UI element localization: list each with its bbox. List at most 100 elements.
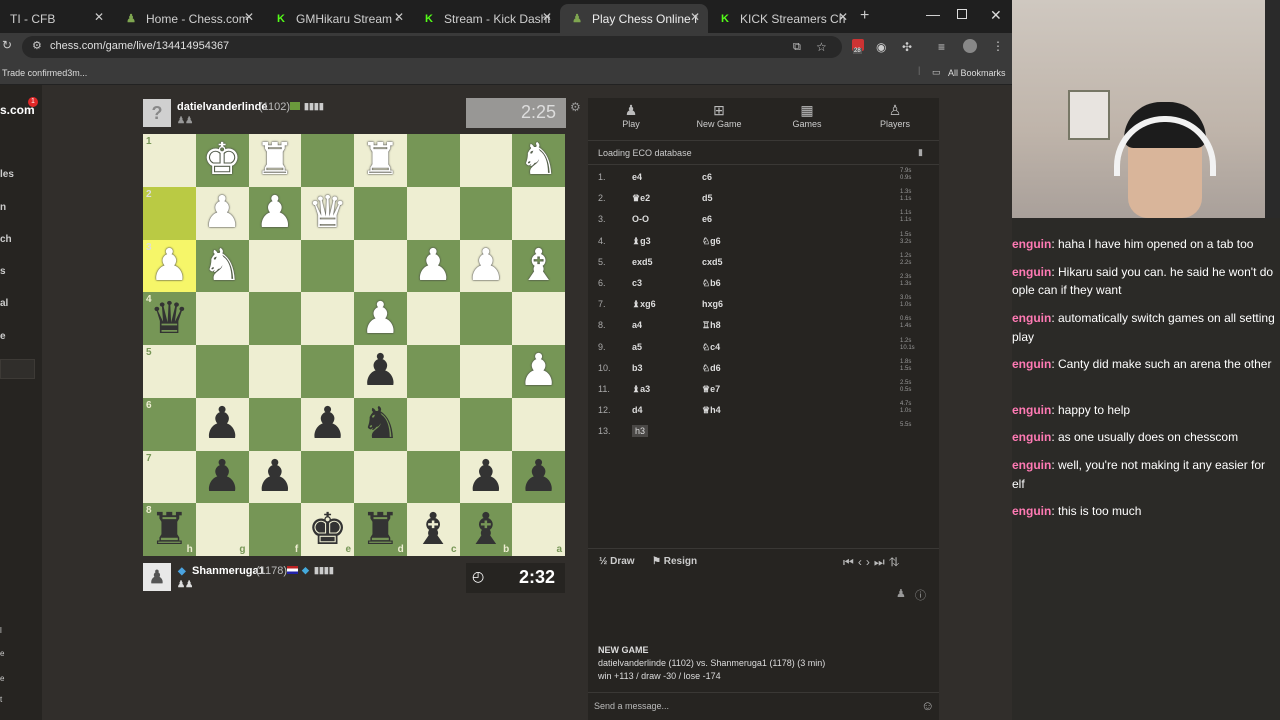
- close-tab-icon[interactable]: ✕: [244, 10, 254, 24]
- board-square[interactable]: [195, 292, 249, 345]
- move-time[interactable]: 3.2s: [900, 239, 911, 245]
- sidebar-item-more[interactable]: e: [0, 331, 6, 342]
- board-square[interactable]: [354, 239, 407, 293]
- reload-icon[interactable]: ↻: [2, 38, 12, 52]
- white-king-piece[interactable]: ♚: [202, 138, 241, 182]
- board-square[interactable]: ♟: [195, 450, 249, 504]
- white-rook-piece[interactable]: ♜: [255, 138, 294, 182]
- close-tab-icon[interactable]: ✕: [838, 10, 848, 24]
- tab-new-game[interactable]: ⊞ New Game: [679, 102, 759, 129]
- white-pawn-piece[interactable]: ♟: [150, 243, 189, 288]
- prev-move-icon[interactable]: ‹: [858, 555, 866, 569]
- white-queen-piece[interactable]: ♛: [308, 191, 347, 235]
- move-white[interactable]: e4: [632, 172, 642, 182]
- board-square[interactable]: b ♝: [459, 503, 513, 556]
- board-square[interactable]: ♟: [195, 397, 249, 451]
- move-time[interactable]: 5.5s: [900, 422, 911, 428]
- chat-username[interactable]: enguin: [1012, 403, 1051, 417]
- move-black[interactable]: hxg6: [702, 299, 723, 309]
- board-square[interactable]: [301, 345, 354, 398]
- black-pawn-piece[interactable]: ♟: [255, 454, 294, 499]
- white-knight-piece[interactable]: ♞: [202, 243, 241, 288]
- board-square[interactable]: [459, 397, 513, 451]
- move-time[interactable]: 7.9s: [900, 168, 911, 174]
- move-white[interactable]: d4: [632, 405, 643, 415]
- move-time[interactable]: 1.8s: [900, 359, 911, 365]
- board-square[interactable]: 8 h ♜: [143, 503, 196, 556]
- board-square[interactable]: ♜: [354, 134, 407, 187]
- board-square[interactable]: ♞: [512, 134, 565, 187]
- move-black[interactable]: d5: [702, 193, 713, 203]
- browser-tab[interactable]: KGMHikaru Stream - W✕: [264, 4, 412, 33]
- move-time[interactable]: 1.2s: [900, 253, 911, 259]
- board-square[interactable]: ♛: [301, 186, 354, 240]
- move-time[interactable]: 1.1s: [900, 196, 911, 202]
- board-square[interactable]: ♚: [195, 134, 249, 187]
- sidebar-bottom-item[interactable]: e: [0, 649, 4, 658]
- move-black[interactable]: ♘b6: [702, 278, 721, 289]
- bottom-player-avatar[interactable]: ♟: [143, 563, 171, 591]
- install-icon[interactable]: ⧉: [793, 41, 801, 54]
- move-white[interactable]: exd5: [632, 257, 653, 267]
- board-square[interactable]: [248, 345, 302, 398]
- board-square[interactable]: [512, 292, 565, 345]
- move-time[interactable]: 2.5s: [900, 380, 911, 386]
- board-square[interactable]: [301, 134, 354, 187]
- move-white[interactable]: ♝a3: [632, 384, 650, 395]
- board-square[interactable]: [406, 134, 460, 187]
- message-input[interactable]: Send a message... ☺: [588, 692, 939, 720]
- flip-board-icon[interactable]: ⇅: [889, 555, 904, 569]
- move-time[interactable]: 10.1s: [900, 345, 915, 351]
- board-square[interactable]: ♟: [406, 239, 460, 293]
- emoji-icon[interactable]: ☺: [921, 698, 934, 713]
- white-pawn-piece[interactable]: ♟: [361, 296, 400, 341]
- chess-board[interactable]: 1 ♚ ♜ ♜ ♞ 2 ♟ ♟ ♛ 3 ♟ ♞ ♟ ♟ ♝ 4 ♛ ♟ 5 ♟ ♟ 6 ♟ ♟ ♞ 7 ♟ ♟ ♟ ♟ 8 h ♜ g f e ♚ d ♜ c…: [143, 134, 565, 556]
- maximize-icon[interactable]: [957, 9, 967, 19]
- board-square[interactable]: [459, 345, 513, 398]
- menu-kebab-icon[interactable]: ⋮: [992, 39, 1004, 53]
- move-time[interactable]: 4.7s: [900, 401, 911, 407]
- browser-tab-active[interactable]: ♟ Play Chess Online for ✕: [560, 4, 708, 33]
- black-rook-piece[interactable]: ♜: [150, 507, 189, 552]
- site-settings-icon[interactable]: ⚙: [32, 39, 42, 52]
- black-bishop-piece[interactable]: ♝: [413, 507, 452, 552]
- board-square[interactable]: [301, 450, 354, 504]
- move-navigation[interactable]: ⏮‹›⏭⇅: [843, 555, 903, 570]
- info-icon[interactable]: ⓘ: [915, 587, 926, 603]
- new-tab-icon[interactable]: +: [860, 7, 869, 25]
- chat-username[interactable]: enguin: [1012, 430, 1051, 444]
- black-pawn-piece[interactable]: ♟: [466, 454, 505, 499]
- next-move-icon[interactable]: ›: [866, 555, 874, 569]
- move-black[interactable]: ♖h8: [702, 320, 721, 331]
- board-square[interactable]: [406, 345, 460, 398]
- move-white[interactable]: c3: [632, 278, 642, 288]
- close-tab-icon[interactable]: ✕: [690, 10, 700, 24]
- board-square[interactable]: [512, 186, 565, 240]
- move-black[interactable]: ♘c4: [702, 342, 720, 353]
- black-pawn-piece[interactable]: ♟: [361, 349, 400, 393]
- board-square[interactable]: [459, 292, 513, 345]
- close-window-icon[interactable]: ✕: [990, 7, 1002, 24]
- sidebar-item-learn[interactable]: ch: [0, 234, 12, 245]
- profile-avatar[interactable]: [963, 39, 977, 53]
- move-time[interactable]: 1.0s: [900, 302, 911, 308]
- board-square[interactable]: 1: [143, 134, 196, 187]
- white-knight-piece[interactable]: ♞: [519, 138, 558, 182]
- board-square[interactable]: d ♜: [354, 503, 407, 556]
- white-rook-piece[interactable]: ♜: [361, 138, 400, 182]
- move-time[interactable]: 3.0s: [900, 295, 911, 301]
- sidebar-bottom-item[interactable]: l: [0, 626, 2, 635]
- chat-username[interactable]: enguin: [1012, 265, 1051, 279]
- move-time[interactable]: 1.3s: [900, 281, 911, 287]
- board-square[interactable]: 4 ♛: [143, 292, 196, 345]
- board-square[interactable]: c ♝: [406, 503, 460, 556]
- tab-play[interactable]: ♟ Play: [591, 102, 671, 129]
- bookmark-star-icon[interactable]: ☆: [816, 40, 827, 54]
- move-black[interactable]: c6: [702, 172, 712, 182]
- black-pawn-piece[interactable]: ♟: [308, 402, 347, 446]
- settings-gear-icon[interactable]: ⚙: [570, 100, 581, 114]
- white-pawn-piece[interactable]: ♟: [202, 191, 241, 235]
- chat-username[interactable]: enguin: [1012, 504, 1051, 518]
- board-square[interactable]: ♜: [248, 134, 302, 187]
- board-square[interactable]: ♟: [459, 450, 513, 504]
